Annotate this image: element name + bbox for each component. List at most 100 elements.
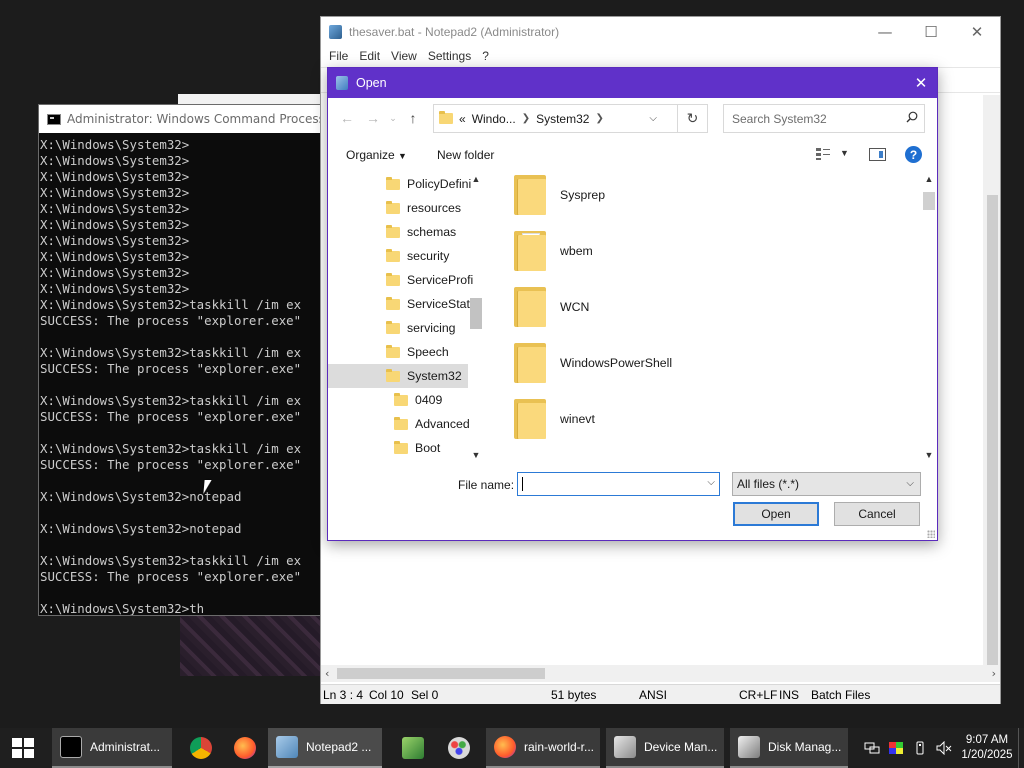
breadcrumb-windows[interactable]: Windo... bbox=[472, 112, 516, 126]
show-desktop-button[interactable] bbox=[1018, 728, 1024, 768]
view-options-icon[interactable] bbox=[815, 147, 831, 161]
taskbar-button-notepad2[interactable]: Notepad2 ... bbox=[268, 728, 382, 768]
taskbar-button-cmd[interactable]: Administrat... bbox=[52, 728, 172, 768]
tree-item[interactable]: resources bbox=[328, 196, 468, 220]
chevron-down-icon[interactable]: ⌵ bbox=[649, 105, 657, 132]
file-name-input[interactable]: ⌵ bbox=[517, 472, 720, 496]
refresh-icon[interactable]: ↻ bbox=[678, 104, 708, 133]
folder-icon bbox=[514, 175, 546, 215]
tree-item[interactable]: System32 bbox=[328, 364, 468, 388]
horizontal-scrollbar[interactable]: ‹ › bbox=[321, 665, 1000, 682]
scrollbar-thumb[interactable] bbox=[337, 668, 545, 679]
menu-edit[interactable]: Edit bbox=[355, 47, 384, 67]
maximize-button[interactable]: ☐ bbox=[908, 17, 954, 47]
cmd-output[interactable]: X:\Windows\System32> X:\Windows\System32>… bbox=[39, 133, 321, 615]
status-scheme: Batch Files bbox=[811, 687, 871, 702]
file-list-scrollbar[interactable]: ▲ ▼ bbox=[921, 172, 937, 464]
up-arrow-icon[interactable]: ↑ bbox=[400, 104, 426, 132]
file-list-item[interactable]: wbem bbox=[514, 228, 593, 274]
back-arrow-icon[interactable]: ← bbox=[334, 104, 360, 132]
file-list[interactable]: Sysprep wbem WCN WindowsPowerShell winevt bbox=[484, 172, 921, 464]
file-list-item[interactable]: Sysprep bbox=[514, 172, 605, 218]
cancel-button[interactable]: Cancel bbox=[834, 502, 920, 526]
tree-item-label: resources bbox=[407, 201, 461, 215]
file-name-label: File name: bbox=[458, 478, 515, 492]
notepad2-icon bbox=[329, 25, 342, 39]
preview-pane-icon[interactable] bbox=[869, 148, 886, 161]
vertical-scrollbar[interactable] bbox=[983, 95, 1000, 675]
file-list-item[interactable]: winevt bbox=[514, 396, 595, 442]
scrollbar-thumb[interactable] bbox=[470, 298, 482, 329]
search-icon[interactable] bbox=[906, 111, 918, 123]
tree-item[interactable]: Boot bbox=[328, 436, 468, 460]
tree-item[interactable]: Speech bbox=[328, 340, 468, 364]
scroll-up-icon[interactable]: ▲ bbox=[469, 174, 483, 184]
network-icon[interactable] bbox=[864, 741, 880, 755]
tree-item[interactable]: ServiceProfi bbox=[328, 268, 473, 292]
mouse-pointer-icon bbox=[203, 480, 212, 494]
taskbar-button-disk-management[interactable]: Disk Manag... bbox=[730, 728, 848, 768]
tree-item[interactable]: schemas bbox=[328, 220, 468, 244]
color-tool-icon[interactable] bbox=[888, 741, 904, 755]
taskbar-button-paint[interactable] bbox=[440, 728, 480, 768]
file-type-select[interactable]: All files (*.*) ⌵ bbox=[732, 472, 921, 496]
search-input[interactable]: Search System32 bbox=[723, 104, 925, 133]
volume-muted-icon[interactable] bbox=[936, 741, 952, 755]
usb-device-icon[interactable] bbox=[912, 741, 928, 755]
cmd-title-bar[interactable]: Administrator: Windows Command Processor bbox=[39, 105, 321, 133]
taskbar-button-chrome[interactable] bbox=[182, 728, 222, 768]
help-icon[interactable]: ? bbox=[905, 146, 922, 163]
tree-item[interactable]: 0409 bbox=[328, 388, 468, 412]
chevron-right-icon[interactable]: ❯ bbox=[595, 113, 603, 124]
scroll-down-icon[interactable]: ▼ bbox=[469, 450, 483, 460]
dialog-close-button[interactable]: ✕ bbox=[905, 68, 937, 98]
new-folder-button[interactable]: New folder bbox=[437, 148, 494, 162]
file-list-item[interactable]: WCN bbox=[514, 284, 589, 330]
dialog-title-bar[interactable]: Open bbox=[328, 68, 937, 98]
tree-item[interactable]: PolicyDefini bbox=[328, 172, 471, 196]
tree-item[interactable]: Advanced bbox=[328, 412, 470, 436]
tree-scrollbar[interactable]: ▲ ▼ bbox=[469, 172, 483, 464]
scroll-up-icon[interactable]: ▲ bbox=[922, 174, 936, 184]
windows-start-icon[interactable] bbox=[12, 738, 34, 758]
scroll-left-icon[interactable]: ‹ bbox=[325, 667, 329, 680]
menu-view[interactable]: View bbox=[387, 47, 421, 67]
taskbar-button-firefox-page[interactable]: rain-world-r... bbox=[486, 728, 600, 768]
tree-item[interactable]: ServiceState bbox=[328, 292, 477, 316]
scrollbar-thumb[interactable] bbox=[923, 192, 935, 210]
chevron-down-icon[interactable]: ⌵ bbox=[707, 477, 715, 488]
minimize-button[interactable]: — bbox=[862, 17, 908, 47]
scroll-right-icon[interactable]: › bbox=[992, 667, 996, 680]
tree-item[interactable]: security bbox=[328, 244, 468, 268]
tree-item[interactable]: servicing bbox=[328, 316, 468, 340]
open-button[interactable]: Open bbox=[733, 502, 819, 526]
scroll-down-icon[interactable]: ▼ bbox=[922, 450, 936, 460]
taskbar-button-device-manager[interactable]: Device Man... bbox=[606, 728, 724, 768]
menu-help[interactable]: ? bbox=[478, 47, 493, 67]
file-list-item[interactable]: WindowsPowerShell bbox=[514, 340, 672, 386]
system-clock[interactable]: 9:07 AM 1/20/2025 bbox=[956, 733, 1018, 763]
command-prompt-window[interactable]: Administrator: Windows Command Processor… bbox=[38, 104, 322, 616]
notepad2-icon bbox=[336, 76, 348, 90]
organize-button[interactable]: Organize ▼ bbox=[346, 148, 407, 162]
breadcrumb-system32[interactable]: System32 bbox=[536, 112, 589, 126]
recent-dropdown-icon[interactable]: ⌄ bbox=[386, 104, 400, 132]
breadcrumb-overflow[interactable]: « bbox=[459, 112, 466, 126]
menu-settings[interactable]: Settings bbox=[424, 47, 475, 67]
address-bar[interactable]: « Windo... ❯ System32 ❯ ⌵ bbox=[433, 104, 678, 133]
scrollbar-thumb[interactable] bbox=[987, 195, 998, 675]
menu-file[interactable]: File bbox=[325, 47, 352, 67]
taskbar-button-spreadsheet[interactable] bbox=[394, 728, 434, 768]
folder-icon bbox=[386, 272, 400, 286]
resize-grip-icon[interactable] bbox=[927, 530, 935, 538]
chevron-right-icon[interactable]: ❯ bbox=[522, 113, 530, 124]
cmd-line: X:\Windows\System32> bbox=[40, 265, 190, 280]
chevron-down-icon[interactable]: ▼ bbox=[840, 148, 849, 158]
navigation-tree[interactable]: PolicyDefini resources schemas security Serv… bbox=[328, 172, 483, 464]
open-file-dialog[interactable]: Open ✕ ← → ⌄ ↑ « Windo... ❯ System32 ❯ ⌵… bbox=[327, 67, 938, 541]
cmd-line: X:\Windows\System32>taskkill /im ex bbox=[40, 393, 302, 408]
forward-arrow-icon[interactable]: → bbox=[360, 104, 386, 132]
cmd-line bbox=[40, 329, 321, 345]
taskbar-button-firefox[interactable] bbox=[226, 728, 266, 768]
close-button[interactable]: ✕ bbox=[954, 17, 1000, 47]
